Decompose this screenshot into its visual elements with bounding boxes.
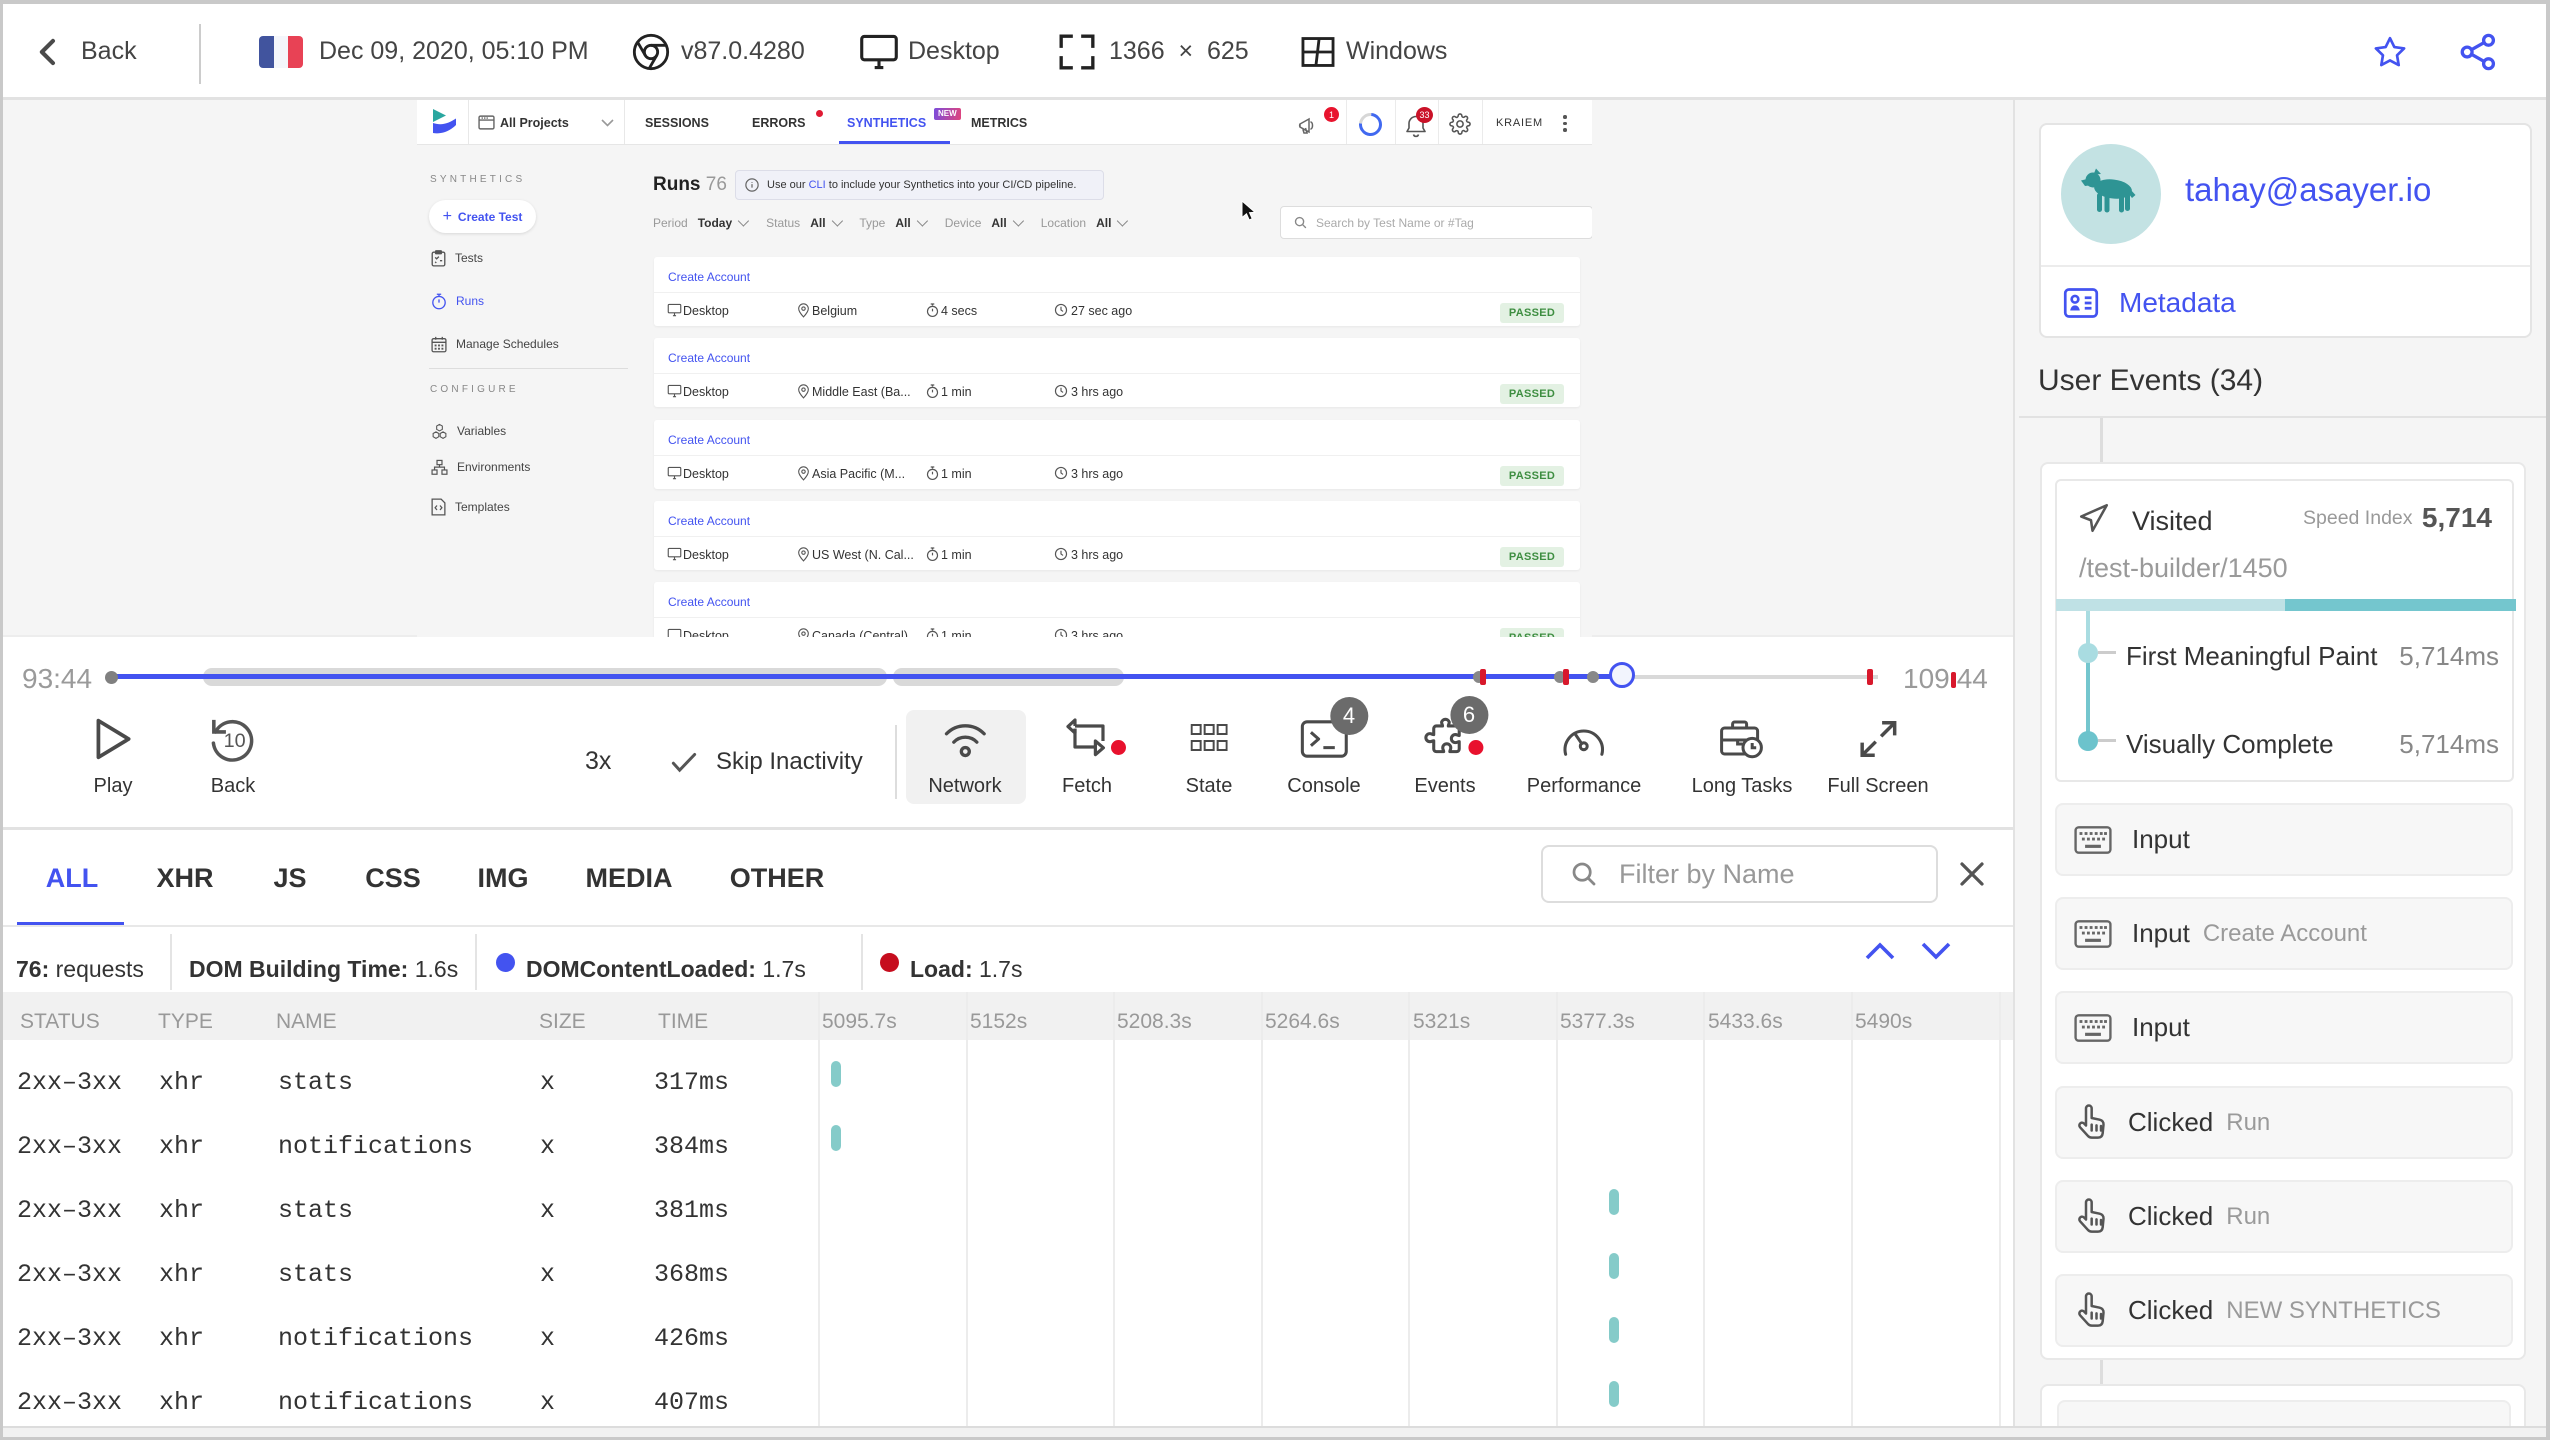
svg-text:10: 10 bbox=[224, 730, 246, 752]
